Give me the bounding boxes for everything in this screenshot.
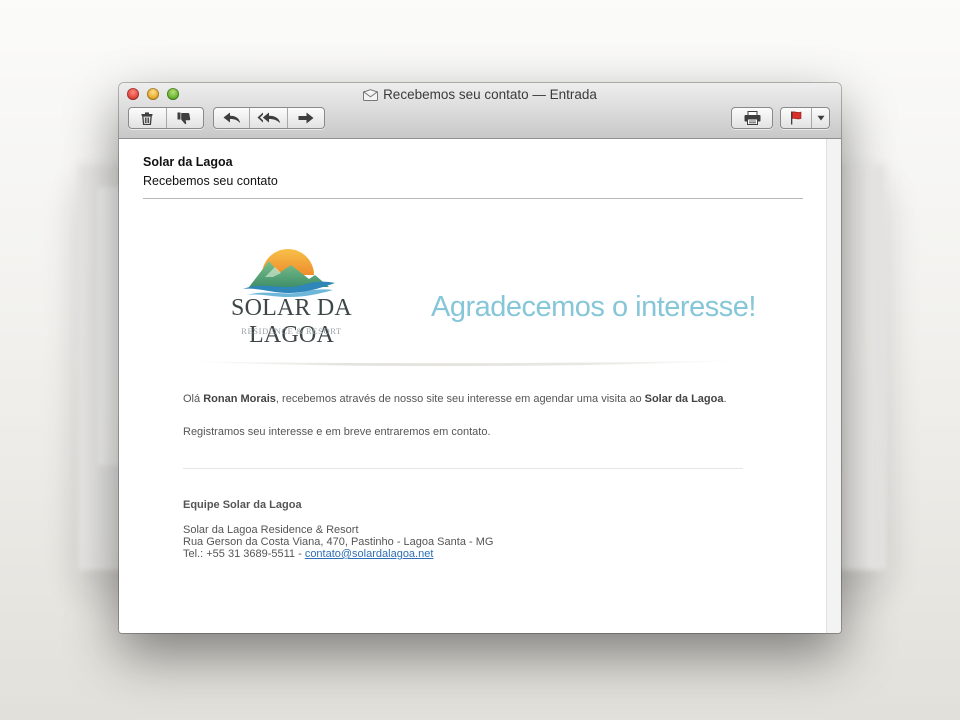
print-button[interactable] (732, 108, 772, 128)
printer-icon (744, 111, 761, 125)
signature-contact: Tel.: +55 31 3689-5511 - contato@solarda… (183, 548, 433, 560)
message-content: Solar da Lagoa Recebemos seu contato SOL… (119, 139, 827, 633)
flag-icon (790, 111, 802, 125)
title-bar[interactable]: Recebemos seu contato — Entrada (119, 83, 841, 139)
mail-message-window: Recebemos seu contato — Entrada Solar da… (119, 83, 841, 633)
header-divider (143, 198, 803, 199)
thumbs-down-icon (177, 112, 192, 125)
sender-name: Solar da Lagoa (143, 155, 233, 169)
background-window-sidebar (846, 165, 876, 570)
greeting-prefix: Olá (183, 393, 204, 405)
envelope-icon (363, 88, 379, 105)
junk-button[interactable] (167, 108, 204, 128)
delete-button[interactable] (129, 108, 167, 128)
greeting-text: , recebemos através de nosso site seu in… (275, 393, 645, 405)
reply-all-icon (257, 112, 281, 124)
signature-address: Rua Gerson da Costa Viana, 470, Pastinho… (183, 536, 494, 548)
greeting-end: . (723, 393, 727, 405)
print-group (731, 107, 773, 129)
forward-icon (298, 112, 314, 124)
flag-button[interactable] (781, 108, 813, 128)
forward-button[interactable] (288, 108, 324, 128)
greeting-paragraph: Olá Ronan Morais, recebemos através de n… (183, 393, 727, 405)
reply-all-button[interactable] (250, 108, 288, 128)
delete-junk-group (128, 107, 204, 129)
reply-icon (223, 112, 241, 124)
flag-group (780, 107, 830, 129)
signature-divider (183, 468, 743, 469)
logo-subtitle: RESIDENCE & RESORT (241, 326, 342, 336)
thank-you-tagline: Agradecemos o interesse! (431, 291, 756, 323)
signature-company: Solar da Lagoa Residence & Resort (183, 524, 359, 536)
chevron-down-icon (817, 115, 825, 121)
logo-wordmark: SOLAR DA LAGOA (231, 295, 352, 348)
window-title-container: Recebemos seu contato — Entrada (119, 86, 841, 105)
confirmation-paragraph: Registramos seu interesse e em breve ent… (183, 426, 491, 438)
solar-da-lagoa-logo-mark (243, 249, 335, 297)
reply-button[interactable] (214, 108, 251, 128)
reply-forward-group (213, 107, 325, 129)
customer-name: Ronan Morais (203, 393, 276, 405)
flag-menu-button[interactable] (812, 108, 829, 128)
window-title: Recebemos seu contato — Entrada (383, 87, 597, 102)
trash-icon (141, 111, 153, 125)
message-subject: Recebemos seu contato (143, 174, 278, 188)
scrollbar-track[interactable] (826, 139, 841, 633)
phone-number: Tel.: +55 31 3689-5511 - (183, 548, 305, 560)
email-link[interactable]: contato@solardalagoa.net (305, 548, 434, 560)
venue-name: Solar da Lagoa (644, 393, 724, 405)
signature-team: Equipe Solar da Lagoa (183, 499, 302, 511)
decorative-swoosh (176, 360, 756, 367)
